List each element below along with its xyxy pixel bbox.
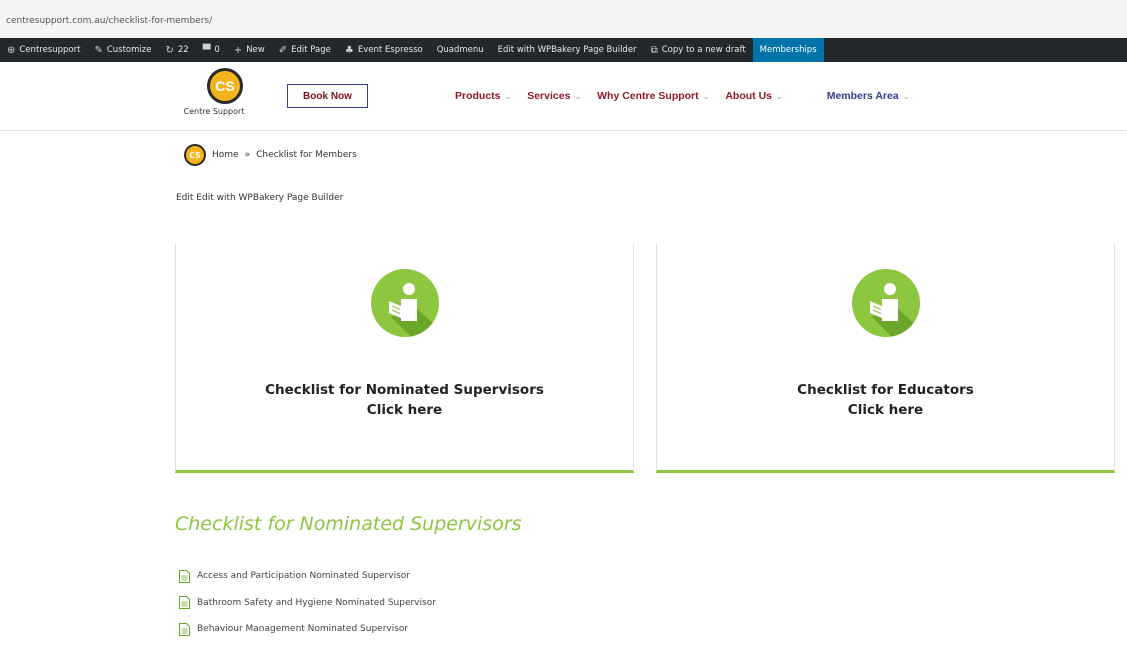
- list-item[interactable]: Access and Participation Nominated Super…: [179, 563, 436, 590]
- document-icon: [179, 622, 190, 636]
- nav-item-why-centre-support[interactable]: Why Centre Support ⌄: [597, 90, 709, 102]
- breadcrumb-home[interactable]: Home: [212, 150, 239, 160]
- document-icon: [179, 569, 190, 583]
- document-link[interactable]: Behaviour Management Nominated Superviso…: [197, 624, 408, 634]
- nav-item-label: Products: [455, 90, 501, 102]
- admin-item-label: Copy to a new draft: [661, 45, 746, 55]
- breadcrumb-current: Checklist for Members: [256, 150, 357, 160]
- comment-icon: ▀: [202, 44, 211, 56]
- card-link-text[interactable]: Click here: [176, 402, 633, 418]
- admin-item-label: Quadmenu: [436, 45, 484, 55]
- reading-person-icon: [370, 269, 439, 337]
- main-nav: Products ⌄ Services ⌄ Why Centre Support…: [455, 90, 925, 102]
- admin-item-label: 0: [214, 45, 220, 55]
- card-title: Checklist for Educators: [797, 382, 974, 398]
- admin-item-copy-draft[interactable]: ⧉ Copy to a new draft: [644, 38, 753, 62]
- document-link[interactable]: Bathroom Safety and Hygiene Nominated Su…: [197, 598, 436, 608]
- list-item[interactable]: Behaviour Management Nominated Superviso…: [179, 616, 436, 643]
- nav-item-members-area[interactable]: Members Area ⌄: [827, 90, 910, 102]
- plus-icon: +: [233, 44, 243, 56]
- site-header: CS Centre Support Book Now Products ⌄ Se…: [0, 62, 1127, 131]
- admin-item-updates[interactable]: ↻ 22: [158, 38, 195, 62]
- admin-item-wpbakery[interactable]: Edit with WPBakery Page Builder: [491, 38, 644, 62]
- list-item[interactable]: Bathroom Safety and Hygiene Nominated Su…: [179, 590, 436, 617]
- card-title: Checklist for Nominated Supervisors: [265, 382, 544, 398]
- document-link[interactable]: Access and Participation Nominated Super…: [197, 571, 410, 581]
- admin-item-site[interactable]: ⊕ Centresupport: [0, 38, 87, 62]
- reading-person-icon: [851, 269, 920, 337]
- admin-item-label: Edit Page: [291, 45, 331, 55]
- admin-item-quadmenu[interactable]: Quadmenu: [430, 38, 491, 62]
- admin-item-edit-page[interactable]: ✐ Edit Page: [272, 38, 338, 62]
- chevron-down-icon: ⌄: [702, 91, 710, 101]
- pencil-icon: ✐: [278, 44, 288, 56]
- wp-admin-bar: ⊕ Centresupport ✎ Customize ↻ 22 ▀ 0 + N…: [0, 38, 1127, 62]
- nav-item-label: Services: [527, 90, 571, 102]
- logo-icon: CS: [207, 68, 243, 104]
- url-text[interactable]: centresupport.com.au/checklist-for-membe…: [6, 16, 212, 26]
- document-list: Access and Participation Nominated Super…: [179, 563, 436, 643]
- section-heading: Checklist for Nominated Supervisors: [175, 513, 522, 535]
- updates-icon: ↻: [165, 44, 174, 56]
- admin-item-label: Centresupport: [19, 45, 81, 55]
- edit-links[interactable]: Edit Edit with WPBakery Page Builder: [176, 193, 343, 203]
- nav-item-label: Members Area: [826, 90, 899, 102]
- admin-item-label: Event Espresso: [357, 45, 423, 55]
- breadcrumb-separator: »: [244, 150, 251, 160]
- nav-item-about-us[interactable]: About Us ⌄: [725, 90, 782, 102]
- nav-item-label: Why Centre Support: [597, 90, 699, 102]
- chevron-down-icon: ⌄: [574, 91, 582, 101]
- breadcrumb: CS Home » Checklist for Members: [184, 144, 357, 166]
- chevron-down-icon: ⌄: [902, 91, 910, 101]
- card-nominated-supervisors[interactable]: Checklist for Nominated Supervisors Clic…: [175, 243, 634, 473]
- card-educators[interactable]: Checklist for Educators Click here: [656, 243, 1115, 473]
- nav-item-products[interactable]: Products ⌄: [455, 90, 511, 102]
- wordpress-icon: ⊕: [7, 44, 16, 56]
- site-logo[interactable]: CS Centre Support: [184, 68, 260, 116]
- card-link-text[interactable]: Click here: [657, 402, 1114, 418]
- nav-item-label: About Us: [725, 90, 773, 102]
- admin-item-new[interactable]: + New: [227, 38, 272, 62]
- admin-item-label: Customize: [106, 45, 152, 55]
- admin-item-comments[interactable]: ▀ 0: [196, 38, 227, 62]
- admin-item-label: New: [246, 45, 265, 55]
- logo-text: Centre Support: [183, 107, 245, 116]
- breadcrumb-logo-icon[interactable]: CS: [184, 144, 206, 166]
- document-icon: [179, 596, 190, 610]
- nav-item-services[interactable]: Services ⌄: [527, 90, 581, 102]
- admin-item-label: Memberships: [759, 45, 817, 55]
- brush-icon: ✎: [94, 44, 103, 56]
- chevron-down-icon: ⌄: [504, 91, 512, 101]
- admin-item-label: Edit with WPBakery Page Builder: [497, 45, 637, 55]
- book-now-button[interactable]: Book Now: [287, 84, 368, 108]
- admin-item-memberships[interactable]: Memberships: [752, 38, 824, 62]
- ticket-icon: ♣: [344, 44, 354, 56]
- admin-item-label: 22: [177, 45, 189, 55]
- admin-item-customize[interactable]: ✎ Customize: [87, 38, 158, 62]
- chevron-down-icon: ⌄: [776, 91, 783, 101]
- browser-url-bar: centresupport.com.au/checklist-for-membe…: [0, 0, 1127, 38]
- admin-item-event-espresso[interactable]: ♣ Event Espresso: [338, 38, 430, 62]
- copy-icon: ⧉: [650, 44, 658, 56]
